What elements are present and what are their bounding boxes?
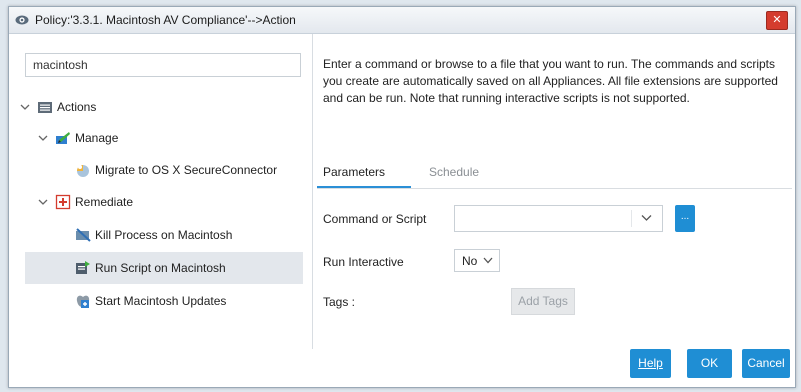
run-interactive-value: No [462, 254, 478, 268]
chevron-down-icon[interactable] [37, 133, 49, 143]
chevron-down-icon[interactable] [37, 197, 49, 207]
chevron-down-icon[interactable] [19, 102, 31, 112]
kill-process-icon [76, 228, 91, 242]
tree-item-updates[interactable]: Start Macintosh Updates [75, 288, 226, 314]
tree-item-actions[interactable]: Actions [19, 94, 96, 120]
tree-item-label: Remediate [75, 195, 134, 209]
actions-list-icon [38, 102, 52, 113]
tree-item-label: Run Script on Macintosh [95, 261, 226, 275]
tab-divider [317, 188, 792, 189]
remediate-icon [55, 194, 71, 210]
updates-icon [76, 295, 90, 308]
app-logo-icon [15, 15, 29, 25]
chevron-down-icon[interactable] [641, 214, 652, 222]
tree-item-manage[interactable]: Manage [37, 125, 118, 151]
chevron-down-icon[interactable] [483, 257, 493, 264]
dialog-title: Policy:'3.3.1. Macintosh AV Compliance'-… [35, 13, 296, 27]
cancel-button[interactable]: Cancel [742, 349, 790, 378]
actions-panel: Actions Manage Migrate to OS X SecureCon… [9, 34, 313, 349]
command-label: Command or Script [323, 212, 427, 226]
tree-item-kill-process[interactable]: Kill Process on Macintosh [75, 222, 232, 248]
tree-item-label: Start Macintosh Updates [95, 294, 227, 308]
details-panel: Enter a command or browse to a file that… [313, 34, 795, 349]
run-interactive-label: Run Interactive [323, 255, 404, 269]
tree-item-label: Kill Process on Macintosh [95, 228, 233, 242]
action-description: Enter a command or browse to a file that… [323, 57, 778, 105]
tab-schedule[interactable]: Schedule [429, 165, 479, 179]
tree-item-label: Migrate to OS X SecureConnector [95, 163, 278, 177]
close-icon: ✕ [772, 13, 782, 26]
add-tags-button[interactable]: Add Tags [511, 288, 575, 315]
tab-parameters[interactable]: Parameters [323, 165, 385, 179]
active-tab-indicator [317, 186, 411, 188]
migrate-icon [77, 165, 89, 177]
tree-item-remediate[interactable]: Remediate [37, 189, 133, 215]
title-bar: Policy:'3.3.1. Macintosh AV Compliance'-… [9, 7, 795, 34]
manage-icon [56, 132, 70, 144]
command-select[interactable] [454, 205, 663, 232]
tree-item-label: Manage [75, 131, 119, 145]
tree-item-run-script[interactable]: Run Script on Macintosh [25, 252, 303, 284]
browse-button[interactable]: ... [675, 205, 695, 232]
search-input[interactable] [25, 53, 301, 77]
run-script-icon [76, 261, 90, 274]
tags-label: Tags : [323, 295, 356, 309]
ok-button[interactable]: OK [687, 349, 732, 378]
run-interactive-select[interactable]: No [454, 249, 500, 272]
help-button[interactable]: Help [630, 349, 671, 378]
close-button[interactable]: ✕ [766, 11, 788, 30]
select-divider [631, 210, 632, 227]
tree-item-label: Actions [57, 100, 97, 114]
action-dialog: Policy:'3.3.1. Macintosh AV Compliance'-… [8, 6, 796, 388]
tree-item-migrate[interactable]: Migrate to OS X SecureConnector [75, 157, 277, 183]
